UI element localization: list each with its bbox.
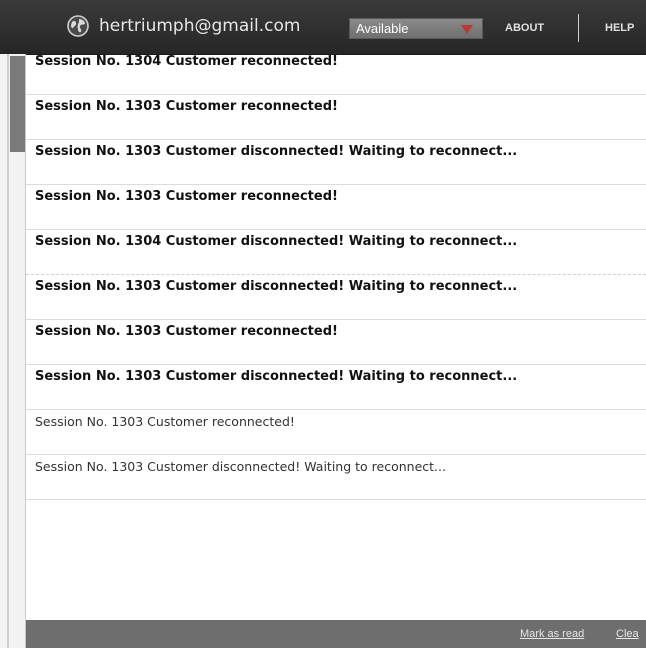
notification-text: Session No. 1303 Customer reconnected! [35, 324, 338, 339]
notification-text: Session No. 1303 Customer reconnected! [35, 189, 338, 204]
about-link[interactable]: ABOUT [505, 22, 544, 34]
notification-item[interactable]: Session No. 1304 Customer disconnected! … [26, 230, 646, 275]
notification-item[interactable]: Session No. 1303 Customer reconnected! [26, 95, 646, 140]
scroll-track[interactable] [7, 54, 9, 648]
notification-item[interactable]: Session No. 1303 Customer disconnected! … [26, 455, 646, 500]
notification-text: Session No. 1304 Customer reconnected! [35, 54, 338, 69]
notification-list: Session No. 1304 Customer reconnected! S… [26, 50, 646, 620]
notification-text: Session No. 1303 Customer reconnected! [35, 414, 295, 429]
scrollbar-thumb[interactable] [10, 56, 25, 152]
notification-text: Session No. 1303 Customer disconnected! … [35, 459, 446, 474]
notification-text: Session No. 1303 Customer disconnected! … [35, 144, 518, 159]
mark-as-read-link[interactable]: Mark as read [520, 628, 584, 640]
notification-item[interactable]: Session No. 1303 Customer disconnected! … [26, 365, 646, 410]
notification-text: Session No. 1304 Customer disconnected! … [35, 234, 518, 249]
notification-item[interactable]: Session No. 1303 Customer disconnected! … [26, 140, 646, 185]
notification-item[interactable]: Session No. 1304 Customer reconnected! [26, 50, 646, 95]
footer-bar: Mark as read Clea [26, 620, 646, 648]
help-link[interactable]: HELP [605, 22, 634, 34]
nav-divider [578, 14, 579, 42]
notification-item[interactable]: Session No. 1303 Customer reconnected! [26, 410, 646, 455]
chevron-down-icon [461, 25, 473, 34]
status-dropdown[interactable]: Available [349, 18, 483, 39]
top-bar: hertriumph@gmail.com Available ABOUT HEL… [0, 0, 646, 55]
status-value: Available [356, 21, 409, 36]
account-email: hertriumph@gmail.com [99, 16, 301, 36]
notification-item[interactable]: Session No. 1303 Customer disconnected! … [26, 275, 646, 320]
globe-icon [67, 15, 89, 37]
notification-text: Session No. 1303 Customer disconnected! … [35, 369, 518, 384]
notification-item[interactable]: Session No. 1303 Customer reconnected! [26, 185, 646, 230]
notification-item[interactable]: Session No. 1303 Customer reconnected! [26, 320, 646, 365]
clear-link[interactable]: Clea [616, 628, 639, 640]
notification-text: Session No. 1303 Customer reconnected! [35, 99, 338, 114]
notification-text: Session No. 1303 Customer disconnected! … [35, 279, 518, 294]
